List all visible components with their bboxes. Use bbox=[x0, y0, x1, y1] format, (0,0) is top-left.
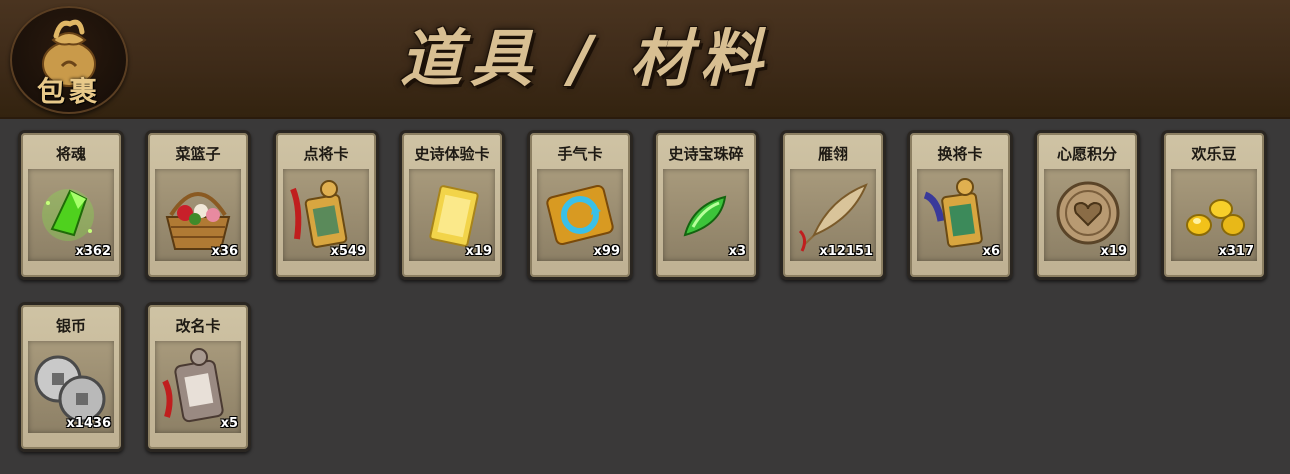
item-name: 欢乐豆 bbox=[1191, 145, 1237, 163]
item-name: 点将卡 bbox=[303, 145, 349, 163]
item-name: 菜篮子 bbox=[175, 145, 221, 163]
item-count: x1436 bbox=[66, 416, 111, 431]
item-card-cailanzi[interactable]: 菜篮子 x36 bbox=[145, 130, 251, 280]
item-name: 银币 bbox=[55, 317, 86, 335]
item-card-yanling[interactable]: 雁翎 x12151 bbox=[780, 130, 886, 280]
item-card-dianjiangka[interactable]: 点将卡 x549 bbox=[273, 130, 379, 280]
bag-badge-label: 包裹 bbox=[36, 75, 101, 108]
item-count: x19 bbox=[465, 244, 492, 259]
item-name: 将魂 bbox=[55, 145, 86, 163]
item-name: 换将卡 bbox=[937, 145, 983, 163]
item-image: x317 bbox=[1171, 169, 1257, 261]
header-bar: 包裹 道具 / 材料 bbox=[0, 0, 1290, 119]
item-image: x362 bbox=[28, 169, 114, 261]
item-image: x5 bbox=[155, 341, 241, 433]
item-image: x1436 bbox=[28, 341, 114, 433]
bag-badge[interactable]: 包裹 bbox=[10, 6, 128, 114]
item-card-gaimingka[interactable]: 改名卡 x5 bbox=[145, 302, 251, 452]
item-card-shouqika[interactable]: 手气卡 x99 bbox=[527, 130, 633, 280]
item-count: x36 bbox=[211, 244, 238, 259]
item-count: x362 bbox=[75, 244, 111, 259]
item-image: x19 bbox=[1044, 169, 1130, 261]
item-image: x12151 bbox=[790, 169, 876, 261]
item-image: x99 bbox=[537, 169, 623, 261]
item-count: x12151 bbox=[819, 244, 873, 259]
item-name: 改名卡 bbox=[175, 317, 221, 335]
item-count: x549 bbox=[330, 244, 366, 259]
item-name: 史诗体验卡 bbox=[414, 145, 490, 163]
item-card-xinyuanjifen[interactable]: 心愿积分 x19 bbox=[1034, 130, 1140, 280]
item-name: 心愿积分 bbox=[1056, 145, 1117, 163]
item-card-huanledou[interactable]: 欢乐豆 x317 bbox=[1161, 130, 1267, 280]
item-card-shishibaozhusui[interactable]: 史诗宝珠碎 x3 bbox=[653, 130, 759, 280]
item-count: x19 bbox=[1100, 244, 1127, 259]
item-count: x99 bbox=[593, 244, 620, 259]
item-image: x549 bbox=[283, 169, 369, 261]
item-name: 史诗宝珠碎 bbox=[668, 145, 744, 163]
item-name: 雁翎 bbox=[817, 145, 848, 163]
item-card-shishitiyanka[interactable]: 史诗体验卡 x19 bbox=[399, 130, 505, 280]
item-count: x5 bbox=[220, 416, 238, 431]
item-count: x3 bbox=[728, 244, 746, 259]
item-name: 手气卡 bbox=[557, 145, 603, 163]
page-title: 道具 / 材料 bbox=[400, 22, 770, 95]
item-card-jianghun[interactable]: 将魂 x362 bbox=[18, 130, 124, 280]
item-image: x6 bbox=[917, 169, 1003, 261]
item-image: x3 bbox=[663, 169, 749, 261]
item-card-huanjiangka[interactable]: 换将卡 x6 bbox=[907, 130, 1013, 280]
item-image: x19 bbox=[409, 169, 495, 261]
item-card-yinbi[interactable]: 银币 x1436 bbox=[18, 302, 124, 452]
item-count: x6 bbox=[982, 244, 1000, 259]
item-image: x36 bbox=[155, 169, 241, 261]
item-count: x317 bbox=[1218, 244, 1254, 259]
